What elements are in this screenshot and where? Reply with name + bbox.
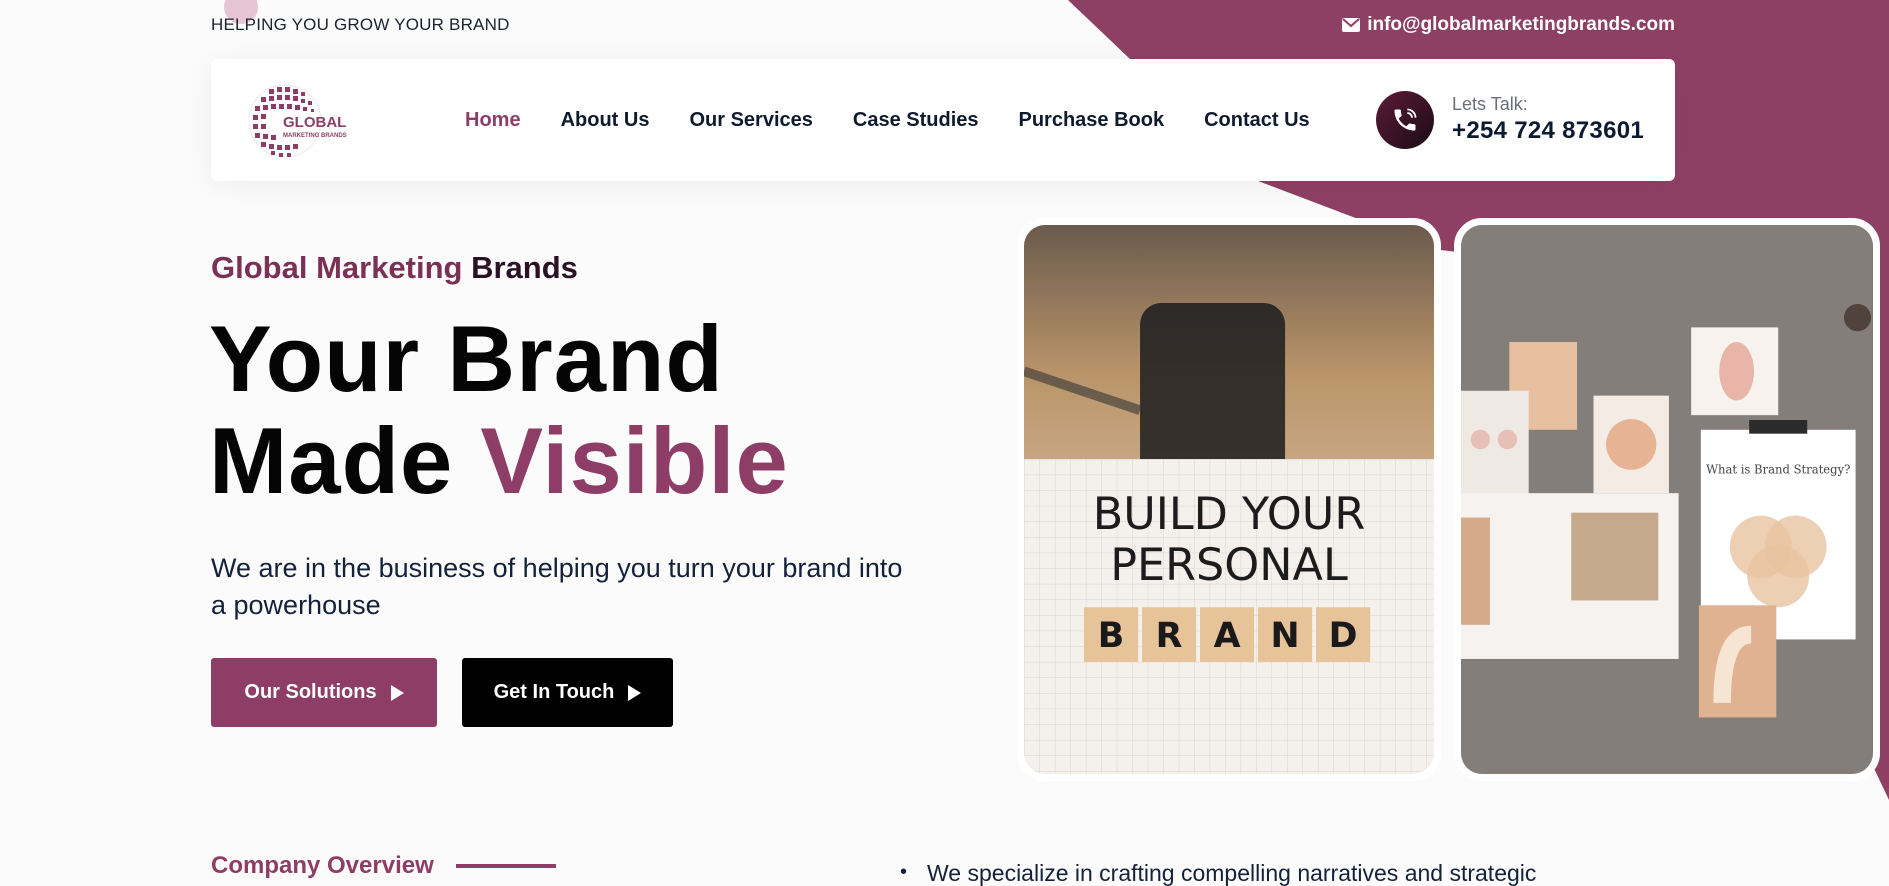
hero-kicker-rest: Brands bbox=[462, 250, 578, 285]
tagline: HELPING YOU GROW YOUR BRAND bbox=[211, 15, 510, 34]
company-overview-heading: Company Overview bbox=[211, 852, 556, 880]
svg-text:A: A bbox=[1214, 616, 1241, 656]
hero-title-line1: Your Brand bbox=[209, 306, 724, 411]
envelope-icon bbox=[1342, 18, 1361, 32]
svg-text:D: D bbox=[1329, 616, 1358, 656]
hero-kicker: Global Marketing Brands bbox=[211, 250, 578, 286]
phone-label: Lets Talk: bbox=[1452, 94, 1528, 114]
phone-button[interactable] bbox=[1376, 91, 1434, 149]
nav-case-studies[interactable]: Case Studies bbox=[853, 109, 979, 132]
hero-subtitle: We are in the business of helping you tu… bbox=[211, 553, 903, 620]
company-overview-title: Company Overview bbox=[211, 852, 434, 879]
hero-title-line2: Made bbox=[209, 408, 481, 513]
bullet-icon: • bbox=[900, 861, 908, 883]
play-arrow-icon bbox=[628, 684, 642, 701]
our-solutions-button[interactable]: Our Solutions bbox=[211, 658, 437, 727]
nav-about-us[interactable]: About Us bbox=[561, 109, 650, 132]
play-arrow-icon bbox=[390, 684, 404, 701]
nav-purchase-book[interactable]: Purchase Book bbox=[1019, 109, 1165, 132]
nav-home[interactable]: Home bbox=[465, 109, 521, 132]
phone-number[interactable]: +254 724 873601 bbox=[1452, 117, 1644, 145]
hero-title: Your Brand Made Visible bbox=[209, 308, 789, 512]
logo[interactable]: GLOBAL MARKETING BRANDS bbox=[249, 81, 359, 161]
site-header: GLOBAL MARKETING BRANDS Home About Us Ou… bbox=[211, 59, 1675, 181]
phone-icon bbox=[1394, 108, 1417, 131]
email-link[interactable]: info@globalmarketingbrands.com bbox=[1342, 14, 1675, 36]
overview-bullet-text: We specialize in crafting compelling nar… bbox=[927, 860, 1537, 886]
overview-list-item: • We specialize in crafting compelling n… bbox=[900, 860, 1536, 886]
svg-text:GLOBAL: GLOBAL bbox=[283, 114, 346, 131]
main-nav: Home About Us Our Services Case Studies … bbox=[465, 59, 1310, 181]
svg-text:PERSONAL: PERSONAL bbox=[1110, 539, 1348, 591]
hero-image-brand-strategy: What is Brand Strategy? bbox=[1454, 218, 1880, 781]
nav-contact-us[interactable]: Contact Us bbox=[1204, 109, 1310, 132]
svg-text:MARKETING BRANDS: MARKETING BRANDS bbox=[283, 133, 347, 139]
svg-text:R: R bbox=[1156, 616, 1183, 656]
svg-text:N: N bbox=[1271, 616, 1300, 656]
email-text: info@globalmarketingbrands.com bbox=[1367, 14, 1675, 35]
hero-kicker-accent: Global Marketing bbox=[211, 250, 463, 285]
nav-our-services[interactable]: Our Services bbox=[689, 109, 812, 132]
get-in-touch-label: Get In Touch bbox=[493, 681, 615, 703]
svg-text:B: B bbox=[1098, 616, 1125, 656]
phone-contact: Lets Talk: +254 724 873601 bbox=[1452, 94, 1644, 145]
get-in-touch-button[interactable]: Get In Touch bbox=[462, 658, 673, 727]
our-solutions-label: Our Solutions bbox=[244, 681, 377, 703]
top-bar: HELPING YOU GROW YOUR BRAND info@globalm… bbox=[211, 12, 1675, 38]
svg-text:What is Brand Strategy?: What is Brand Strategy? bbox=[1706, 463, 1850, 477]
hero-image-personal-brand: BUILD YOUR PERSONAL B R A N D bbox=[1017, 218, 1441, 781]
hero-title-highlight: Visible bbox=[480, 408, 789, 513]
heading-rule bbox=[455, 864, 556, 868]
svg-text:BUILD YOUR: BUILD YOUR bbox=[1093, 488, 1366, 540]
